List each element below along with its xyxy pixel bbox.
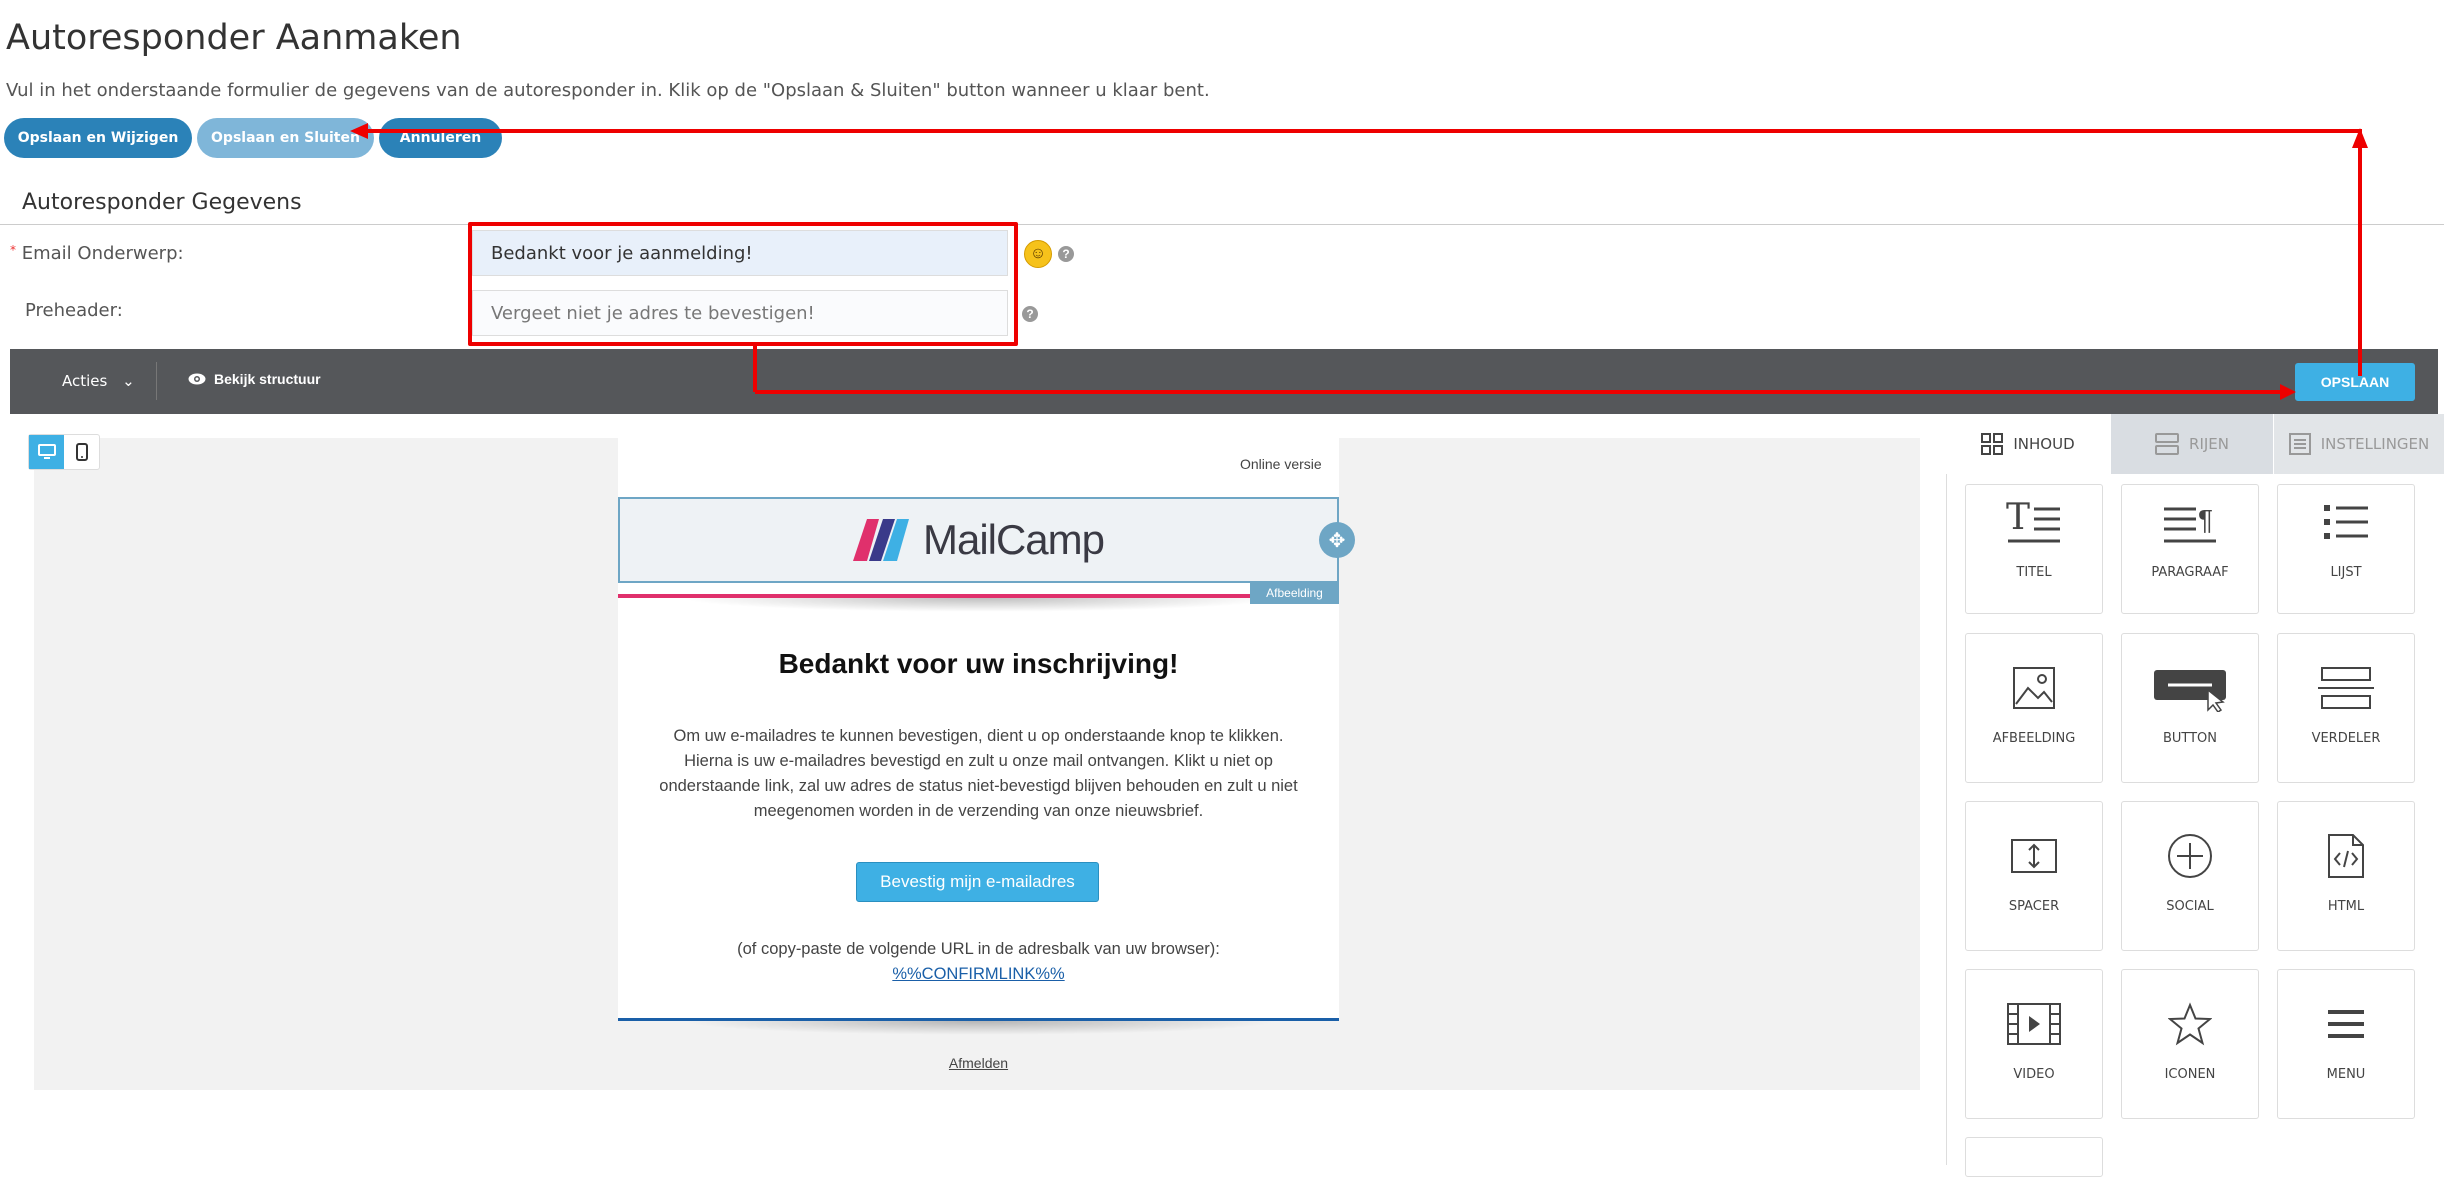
annotation-arrows [350, 123, 2368, 400]
